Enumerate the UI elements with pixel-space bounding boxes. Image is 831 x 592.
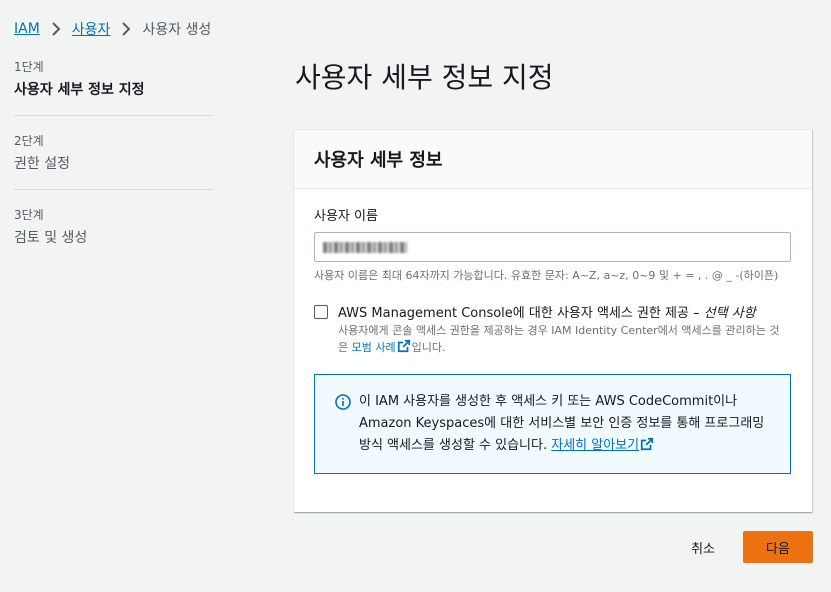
username-redacted-value: [323, 241, 407, 253]
wizard-step-3: 3단계 검토 및 생성: [14, 206, 213, 263]
step-title: 사용자 세부 정보 지정: [14, 82, 145, 98]
chevron-right-icon: [122, 22, 131, 36]
console-access-checkbox[interactable]: [314, 305, 328, 319]
breadcrumb-iam-link[interactable]: IAM: [14, 21, 40, 37]
external-link-icon[interactable]: [397, 339, 411, 353]
info-alert: 이 IAM 사용자를 생성한 후 액세스 키 또는 AWS CodeCommit…: [314, 374, 791, 474]
step-number: 1단계: [14, 60, 44, 74]
step-number: 2단계: [14, 134, 44, 148]
page-title: 사용자 세부 정보 지정: [295, 61, 554, 94]
cancel-button[interactable]: 취소: [691, 538, 743, 557]
username-hint: 사용자 이름은 최대 64자까지 가능합니다. 유효한 문자: A~Z, a~z…: [314, 269, 779, 282]
console-access-description: 사용자에게 콘솔 액세스 권한을 제공하는 경우 IAM Identity Ce…: [338, 324, 780, 354]
console-access-label[interactable]: AWS Management Console에 대한 사용자 액세스 권한 제공…: [338, 302, 788, 321]
learn-more-link[interactable]: 자세히 알아보기: [551, 438, 639, 453]
wizard-step-2: 2단계 권한 설정: [14, 132, 213, 190]
optional-label: 선택 사항: [703, 306, 756, 321]
username-input[interactable]: [314, 232, 791, 262]
panel-title: 사용자 세부 정보: [314, 150, 443, 171]
username-label: 사용자 이름: [314, 209, 378, 224]
best-practice-link[interactable]: 모범 사례: [352, 341, 396, 354]
panel-body: 사용자 이름 사용자 이름은 최대 64자까지 가능합니다. 유효한 문자: A…: [294, 189, 812, 474]
breadcrumb-users-link[interactable]: 사용자: [72, 19, 111, 39]
next-button[interactable]: 다음: [743, 531, 813, 563]
panel-header: 사용자 세부 정보: [294, 130, 812, 189]
external-link-icon[interactable]: [640, 437, 654, 451]
breadcrumb-current: 사용자 생성: [142, 22, 212, 38]
console-access-option: AWS Management Console에 대한 사용자 액세스 권한 제공…: [314, 302, 792, 356]
breadcrumb: IAM 사용자 사용자 생성: [14, 19, 211, 39]
step-title: 권한 설정: [14, 156, 70, 172]
wizard-actions: 취소 다음: [691, 531, 813, 563]
chevron-right-icon: [52, 22, 61, 36]
wizard-step-1: 1단계 사용자 세부 정보 지정: [14, 58, 213, 116]
step-number: 3단계: [14, 208, 44, 222]
wizard-steps: 1단계 사용자 세부 정보 지정 2단계 권한 설정 3단계 검토 및 생성: [14, 58, 213, 279]
step-title: 검토 및 생성: [14, 230, 88, 246]
info-icon: [335, 394, 351, 410]
user-details-panel: 사용자 세부 정보 사용자 이름 사용자 이름은 최대 64자까지 가능합니다.…: [294, 129, 812, 512]
